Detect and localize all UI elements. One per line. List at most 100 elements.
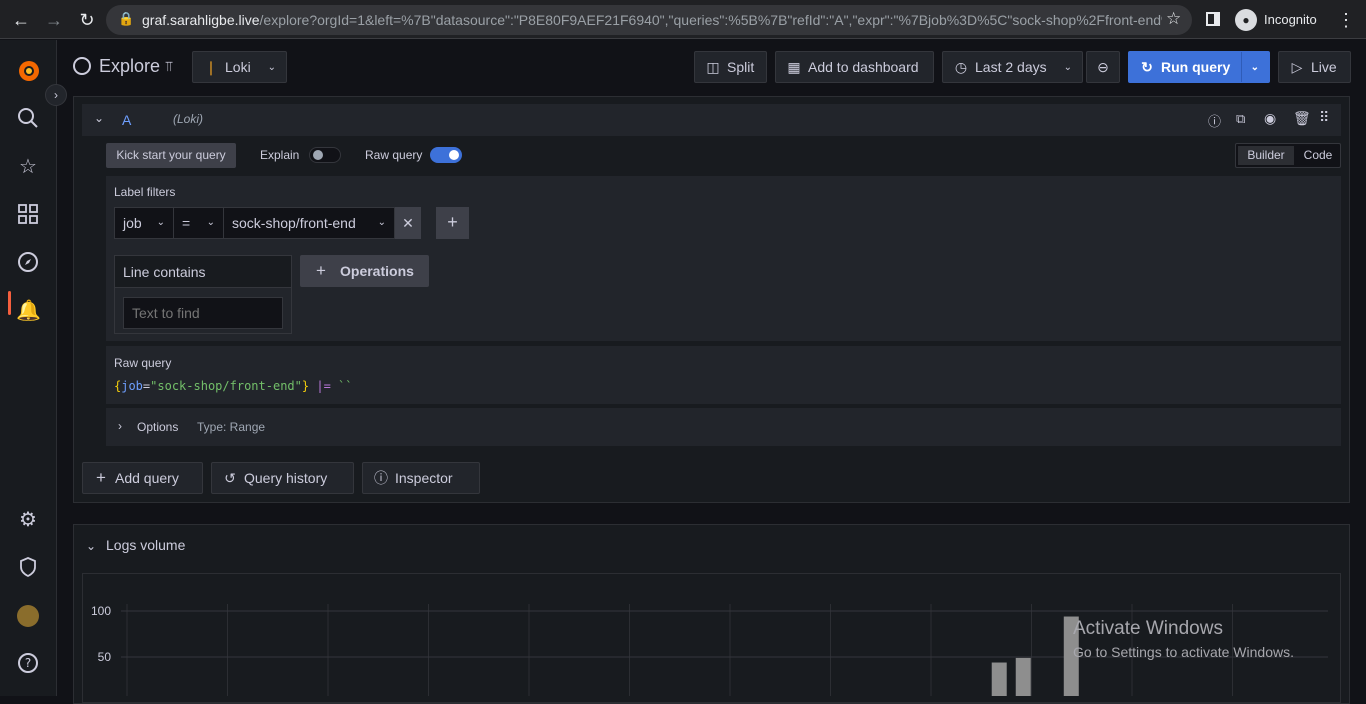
sidebar-expand-button[interactable]: › — [45, 84, 67, 106]
address-bar[interactable]: 🔒 graf.sarahligbe.live/explore?orgId=1&l… — [106, 5, 1192, 35]
starred-icon[interactable]: ☆ — [16, 155, 40, 179]
help-icon[interactable]: ? — [16, 652, 40, 676]
info-icon: ⓘ — [374, 470, 388, 486]
share-icon[interactable]: ⫪ — [165, 58, 173, 75]
logs-volume-title: Logs volume — [106, 537, 186, 553]
text-to-find-input[interactable] — [123, 297, 283, 329]
chart-bar[interactable] — [1015, 657, 1031, 696]
duplicate-icon[interactable]: ⧉ — [1236, 111, 1245, 127]
builder-mode-button[interactable]: Builder — [1238, 146, 1294, 165]
query-row-header: ⌄ A (Loki) ⓘ ⧉ ◉ 🗑 ⠿ — [82, 104, 1341, 136]
query-history-label: Query history — [244, 470, 328, 486]
clock-icon: ◷ — [954, 59, 968, 75]
inspector-label: Inspector — [395, 470, 453, 486]
history-icon: ↺ — [224, 470, 236, 486]
add-query-label: Add query — [115, 470, 179, 486]
raw-query-toggle[interactable] — [430, 147, 462, 163]
drag-handle-icon[interactable]: ⠿ — [1319, 109, 1329, 126]
refresh-icon: ↻ — [1141, 59, 1153, 75]
inspector-button[interactable]: ⓘ Inspector — [362, 462, 480, 494]
label-value: job — [123, 215, 142, 231]
chevron-down-icon: ⌄ — [1063, 62, 1072, 73]
live-button[interactable]: ▷ Live — [1278, 51, 1351, 83]
query-builder: Label filters job ⌄ = ⌄ sock-shop/front-en… — [106, 176, 1341, 341]
explore-title-icon — [73, 57, 91, 75]
play-icon: ▷ — [1291, 59, 1303, 75]
y-tick-label: 100 — [91, 604, 111, 618]
operator-select[interactable]: = ⌄ — [173, 207, 224, 239]
options-label: Options — [137, 420, 179, 434]
chevron-down-icon: ⌄ — [206, 217, 215, 228]
kick-start-button[interactable]: Kick start your query — [106, 143, 236, 168]
datasource-picker[interactable]: ❘ Loki ⌄ — [192, 51, 287, 83]
eye-icon[interactable]: ◉ — [1264, 110, 1276, 127]
collapse-chevron-icon[interactable]: ⌄ — [94, 111, 104, 125]
alerting-bell-icon[interactable]: 🔔 — [16, 299, 41, 323]
operations-button[interactable]: + Operations — [300, 255, 429, 287]
query-options-row[interactable]: › Options Type: Range — [106, 408, 1341, 446]
label-filters-title: Label filters — [114, 185, 176, 199]
explore-compass-icon[interactable] — [16, 251, 40, 275]
operator-value: = — [182, 215, 191, 231]
trash-icon[interactable]: 🗑 — [1293, 110, 1311, 127]
dashboards-icon[interactable] — [16, 203, 40, 227]
user-avatar[interactable] — [17, 605, 39, 627]
watermark-line1: Activate Windows — [1073, 618, 1223, 639]
run-query-button[interactable]: ↻ Run query ⌄ — [1128, 51, 1270, 83]
browser-menu-icon[interactable]: ⋮ — [1334, 8, 1358, 32]
time-range-label: Last 2 days — [975, 59, 1047, 75]
split-label: Split — [727, 59, 755, 75]
add-to-dashboard-label: Add to dashboard — [808, 59, 919, 75]
plus-icon: + — [96, 468, 106, 487]
remove-filter-button[interactable]: ✕ — [395, 207, 421, 239]
query-history-button[interactable]: ↺ Query history — [211, 462, 354, 494]
line-contains-operation: Line contains — [114, 255, 292, 334]
active-indicator — [8, 291, 11, 315]
watermark-line2: Go to Settings to activate Windows. — [1073, 644, 1294, 660]
datasource-name: Loki — [225, 59, 251, 75]
code-mode-button[interactable]: Code — [1298, 146, 1338, 165]
side-panel-icon[interactable] — [1206, 12, 1220, 26]
plus-icon: + — [447, 212, 458, 232]
apps-icon: ▦ — [787, 59, 801, 75]
back-icon[interactable]: ← — [9, 8, 33, 32]
activate-windows-watermark: Activate Windows Go to Settings to activ… — [1073, 618, 1294, 660]
incognito-badge[interactable]: ● Incognito — [1232, 7, 1328, 33]
add-query-button[interactable]: + Add query — [82, 462, 203, 494]
y-tick-label: 50 — [98, 650, 112, 664]
zoom-out-button[interactable]: ⊖ — [1086, 51, 1120, 83]
settings-gear-icon[interactable]: ⚙ — [16, 508, 40, 532]
label-select[interactable]: job ⌄ — [114, 207, 174, 239]
options-type: Type: Range — [197, 420, 266, 434]
chart-bar[interactable] — [991, 662, 1007, 696]
forward-icon[interactable]: → — [42, 8, 66, 32]
split-icon: ◫ — [706, 59, 720, 75]
editor-mode-switch: Builder Code — [1235, 143, 1341, 168]
shield-icon[interactable] — [16, 556, 40, 580]
query-ref-id[interactable]: A — [122, 112, 131, 128]
line-contains-title: Line contains — [123, 264, 206, 280]
chevron-down-icon: ⌄ — [156, 217, 165, 228]
reload-icon[interactable]: ↻ — [75, 8, 99, 32]
time-range-picker[interactable]: ◷ Last 2 days ⌄ — [942, 51, 1083, 83]
url-text: graf.sarahligbe.live/explore?orgId=1&lef… — [142, 12, 1162, 28]
grafana-logo-icon[interactable] — [16, 58, 42, 84]
split-button[interactable]: ◫ Split — [694, 51, 767, 83]
zoom-out-icon: ⊖ — [1097, 59, 1109, 75]
explain-toggle[interactable] — [309, 147, 341, 163]
raw-query-code: {job="sock-shop/front-end"} |= `` — [114, 379, 353, 393]
chevron-down-icon[interactable]: ⌄ — [1251, 53, 1259, 83]
value-select[interactable]: sock-shop/front-end ⌄ — [223, 207, 395, 239]
svg-text:?: ? — [25, 656, 31, 670]
lock-icon: 🔒 — [118, 11, 135, 26]
page-title: Explore — [99, 56, 161, 76]
add-filter-button[interactable]: + — [436, 207, 469, 239]
help-icon[interactable]: ⓘ — [1208, 111, 1221, 130]
browser-toolbar: ← → ↻ 🔒 graf.sarahligbe.live/explore?org… — [0, 0, 1366, 39]
run-query-label: Run query — [1161, 59, 1231, 75]
raw-query-toggle-label: Raw query — [365, 148, 423, 162]
collapse-chevron-icon[interactable]: ⌄ — [86, 539, 96, 553]
add-to-dashboard-button[interactable]: ▦ Add to dashboard — [775, 51, 934, 83]
bookmark-star-icon[interactable]: ☆ — [1166, 9, 1181, 29]
search-icon[interactable] — [16, 107, 40, 131]
